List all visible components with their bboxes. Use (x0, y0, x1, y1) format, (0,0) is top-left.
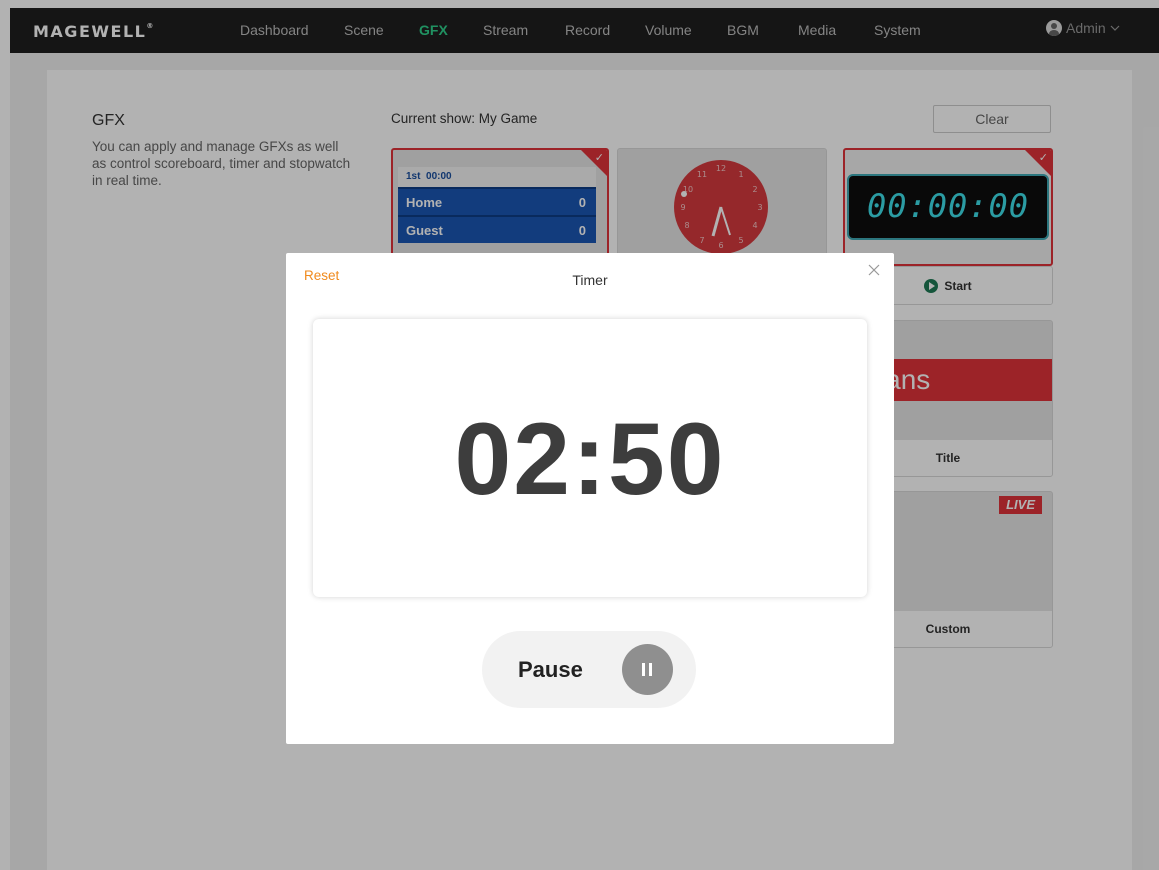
timer-value: 02:50 (454, 402, 726, 516)
modal-title: Timer (572, 272, 608, 288)
pause-label: Pause (518, 657, 583, 682)
close-icon (868, 264, 880, 276)
timer-display-panel: 02:50 (313, 319, 867, 597)
timer-modal: Reset Timer 02:50 Pause (286, 253, 894, 744)
close-button[interactable] (868, 263, 880, 281)
pause-button[interactable]: Pause (482, 631, 696, 708)
pause-icon (622, 644, 673, 695)
